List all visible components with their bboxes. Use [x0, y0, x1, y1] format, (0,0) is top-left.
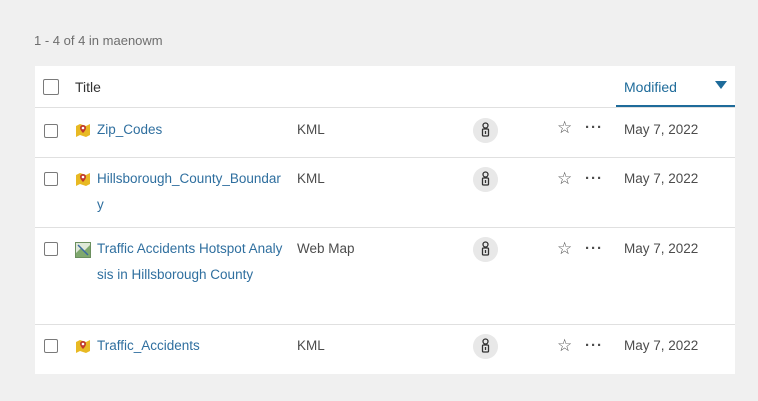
table-row: Zip_Codes KML ☆ ··· May 7, 2022 [35, 107, 735, 158]
table-row: Hillsborough_County_Boundary KML ☆ ··· M… [35, 157, 735, 228]
table-row: Traffic Accidents Hotspot Analysis in Hi… [35, 227, 735, 325]
more-options-icon[interactable]: ··· [585, 170, 603, 187]
favorite-star-icon[interactable]: ☆ [557, 336, 572, 356]
item-type: Web Map [297, 241, 355, 256]
favorite-star-icon[interactable]: ☆ [557, 169, 572, 189]
row-checkbox[interactable] [44, 172, 58, 186]
more-options-icon[interactable]: ··· [585, 119, 603, 136]
modified-column-label: Modified [624, 79, 677, 95]
kml-layer-icon [76, 340, 90, 353]
sort-descending-icon[interactable] [715, 81, 727, 89]
table-row: Traffic_Accidents KML ☆ ··· May 7, 2022 [35, 324, 735, 374]
favorite-star-icon[interactable]: ☆ [557, 239, 572, 259]
item-title-link[interactable]: Traffic_Accidents [97, 333, 287, 359]
modified-date: May 7, 2022 [624, 338, 699, 353]
private-sharing-icon[interactable] [473, 334, 498, 359]
more-options-icon[interactable]: ··· [585, 337, 603, 354]
favorite-star-icon[interactable]: ☆ [557, 118, 572, 138]
kml-layer-icon [76, 124, 90, 137]
table-header: Title Modified [35, 66, 735, 108]
row-checkbox[interactable] [44, 124, 58, 138]
item-type: KML [297, 122, 325, 137]
item-title-link[interactable]: Hillsborough_County_Boundary [97, 166, 287, 217]
modified-date: May 7, 2022 [624, 171, 699, 186]
web-map-icon [75, 242, 91, 258]
more-options-icon[interactable]: ··· [585, 240, 603, 257]
row-checkbox[interactable] [44, 242, 58, 256]
title-column-header[interactable]: Title [75, 79, 101, 95]
private-sharing-icon[interactable] [473, 237, 498, 262]
private-sharing-icon[interactable] [473, 118, 498, 143]
modified-date: May 7, 2022 [624, 122, 699, 137]
row-checkbox[interactable] [44, 339, 58, 353]
private-sharing-icon[interactable] [473, 167, 498, 192]
select-all-checkbox[interactable] [43, 79, 59, 95]
item-type: KML [297, 338, 325, 353]
content-table: Title Modified Zip_Codes KML ☆ ··· May 7… [35, 66, 735, 374]
modified-date: May 7, 2022 [624, 241, 699, 256]
kml-layer-icon [76, 173, 90, 186]
item-title-link[interactable]: Traffic Accidents Hotspot Analysis in Hi… [97, 236, 287, 287]
results-count: 1 - 4 of 4 in maenowm [34, 33, 163, 48]
item-title-link[interactable]: Zip_Codes [97, 117, 287, 143]
modified-column-header[interactable]: Modified [616, 66, 735, 107]
item-type: KML [297, 171, 325, 186]
